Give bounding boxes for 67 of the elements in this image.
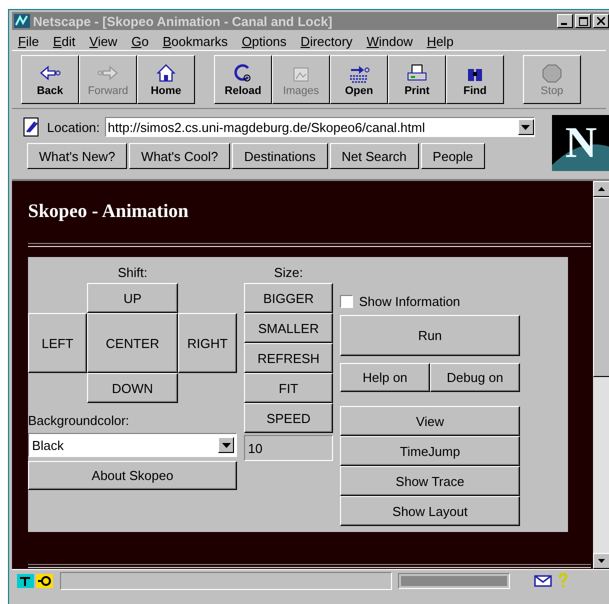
action-button[interactable]: Show Layout: [340, 496, 520, 526]
checkbox[interactable]: [340, 294, 353, 308]
app-icon: [14, 14, 30, 28]
toolbar-button[interactable]: Reload: [214, 55, 272, 104]
close-icon: [597, 17, 605, 25]
location-field[interactable]: http://simos2.cs.uni-magdeburg.de/Skopeo6/canal.html: [104, 117, 535, 137]
toolbar-button[interactable]: Find: [446, 55, 504, 104]
down-arrow-icon: [598, 559, 605, 563]
menu-item[interactable]: Go: [131, 34, 149, 46]
maximize-button[interactable]: [575, 14, 591, 28]
minimize-button[interactable]: [557, 14, 573, 28]
page-title: Skopeo - Animation: [28, 201, 190, 224]
shift-label: Shift:: [116, 264, 148, 282]
backgroundcolor-label: Backgroundcolor:: [28, 412, 130, 430]
help-button[interactable]: Help on: [340, 363, 430, 392]
down-button[interactable]: DOWN: [87, 373, 178, 403]
size-button[interactable]: SPEED: [244, 403, 333, 433]
menu-item[interactable]: Window: [366, 34, 413, 46]
about-button[interactable]: About Skopeo: [28, 461, 237, 490]
run-button[interactable]: Run: [340, 315, 520, 356]
location-label: Location:: [47, 120, 100, 134]
size-button[interactable]: FIT: [244, 373, 333, 403]
center-button[interactable]: CENTER: [87, 313, 178, 373]
backgroundcolor-select[interactable]: Black: [28, 433, 237, 457]
size-button[interactable]: BIGGER: [244, 283, 333, 313]
toolbar-button[interactable]: Back: [21, 55, 79, 104]
dropdown-button[interactable]: [518, 119, 534, 135]
directory-button[interactable]: Net Search: [330, 143, 419, 169]
caret-icon: [521, 124, 530, 130]
checkbox-label: Show Information: [359, 294, 460, 308]
up-button[interactable]: UP: [87, 283, 178, 313]
size-button[interactable]: SMALLER: [244, 313, 333, 343]
scroll-thumb[interactable]: [593, 197, 609, 377]
right-button[interactable]: RIGHT: [178, 313, 237, 373]
netscape-logo: N: [552, 115, 609, 171]
toolbar-button[interactable]: Print: [388, 55, 446, 104]
menu-item[interactable]: View: [89, 34, 118, 46]
stop-sign-icon: [540, 62, 564, 82]
scroll-down-button[interactable]: [593, 553, 609, 569]
mail-icon[interactable]: [534, 574, 552, 586]
directory-button[interactable]: What's Cool?: [129, 143, 230, 169]
up-arrow-icon: [598, 187, 605, 191]
directory-button[interactable]: Destinations: [232, 143, 328, 169]
left-button[interactable]: LEFT: [28, 313, 87, 373]
action-button[interactable]: Show Trace: [340, 466, 520, 496]
toolbar-button[interactable]: Home: [137, 55, 195, 104]
menu-item[interactable]: Bookmarks: [162, 34, 228, 46]
scroll-up-button[interactable]: [593, 181, 609, 197]
menu-item[interactable]: Edit: [52, 34, 76, 46]
directory-button[interactable]: People: [420, 143, 486, 169]
toolbar-button[interactable]: Open: [330, 55, 388, 104]
menu-item[interactable]: File: [18, 34, 39, 46]
house-icon: [154, 62, 178, 82]
directory-button[interactable]: What's New?: [27, 143, 128, 169]
maximize-icon: [578, 16, 588, 26]
security-key-icon: [16, 572, 54, 588]
printer-icon: [405, 62, 429, 82]
caret-icon: [222, 442, 230, 448]
size-label: Size:: [273, 264, 304, 282]
vertical-scrollbar[interactable]: [593, 181, 609, 569]
close-button[interactable]: [593, 14, 609, 28]
speed-field[interactable]: 10: [244, 435, 333, 461]
debug-button[interactable]: Debug on: [430, 363, 520, 392]
size-button[interactable]: REFRESH: [244, 343, 333, 373]
action-button[interactable]: TimeJump: [340, 436, 520, 466]
window-title: Netscape - [Skopeo Animation - Canal and Lock]: [33, 14, 334, 28]
action-button[interactable]: View: [340, 406, 520, 436]
